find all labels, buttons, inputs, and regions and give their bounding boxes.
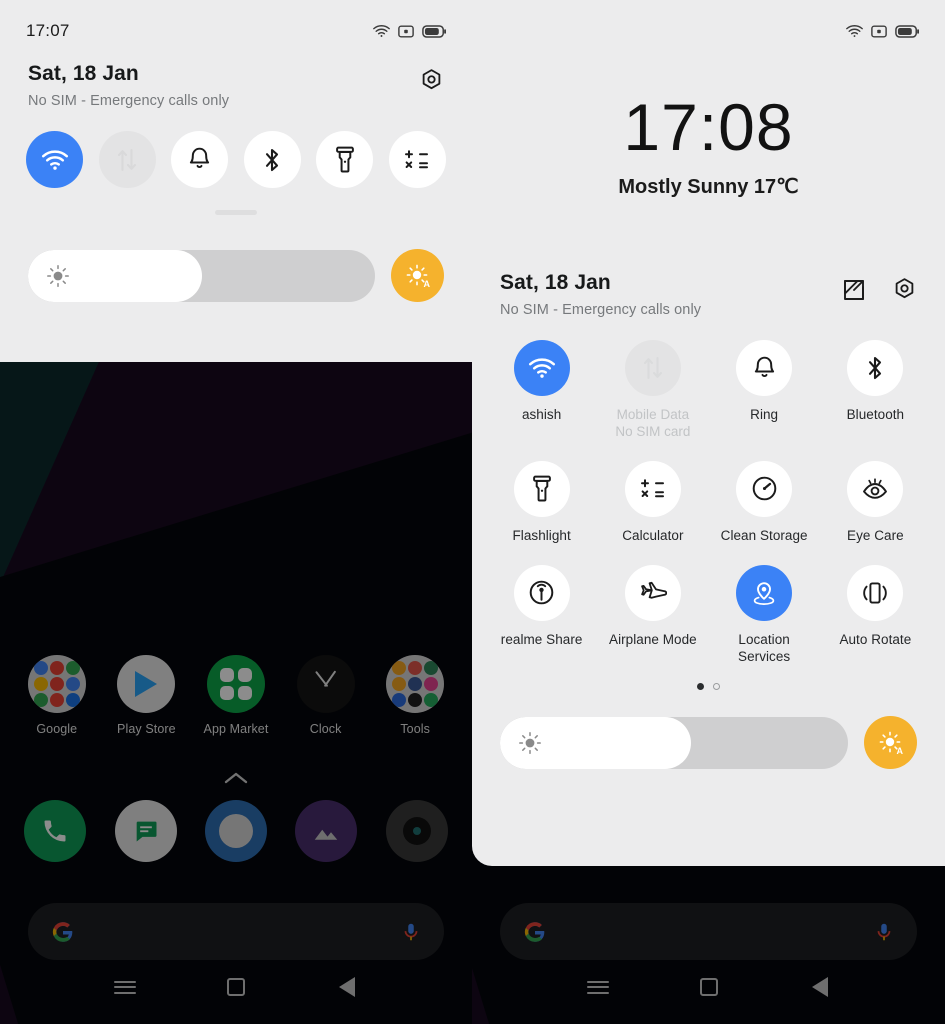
shade-drag-handle[interactable] <box>215 210 257 215</box>
tile-label: Airplane Mode <box>609 631 697 647</box>
settings-gear-icon[interactable] <box>419 68 444 93</box>
battery-icon <box>895 24 919 38</box>
quick-tile-calculator[interactable]: Calculator <box>597 460 708 545</box>
quick-settings-panel-right: 17:08 Mostly Sunny 17℃ Sat, 18 Jan No SI… <box>472 0 945 866</box>
shade-date: Sat, 18 Jan <box>500 271 611 294</box>
tile-label: ashish <box>521 407 562 422</box>
lock-clock-block: 17:08 Mostly Sunny 17℃ <box>472 48 945 199</box>
tile-label: Location Services <box>738 631 791 664</box>
lock-clock-time: 17:08 <box>623 90 794 164</box>
quick-tile-bluetooth[interactable]: Bluetooth <box>820 340 931 441</box>
shade-header-left: Sat, 18 Jan No SIM - Emergency calls onl… <box>0 62 472 109</box>
battery-icon <box>422 24 446 38</box>
status-bar-time: 17:07 <box>26 21 70 40</box>
quick-tile-calculator[interactable] <box>388 131 446 188</box>
calculator-icon <box>624 460 681 517</box>
phone-screen-right: 17:08 Mostly Sunny 17℃ Sat, 18 Jan No SI… <box>472 0 945 1024</box>
bell-icon <box>736 340 793 396</box>
tile-label: realme Share <box>500 631 583 647</box>
brightness-row-left: A <box>0 249 472 302</box>
share-broadcast-icon <box>513 564 570 621</box>
svg-text:A: A <box>423 279 430 289</box>
wifi-icon <box>373 24 390 38</box>
quick-tile-mobile-data[interactable] <box>98 131 156 188</box>
auto-brightness-button[interactable]: A <box>391 249 444 302</box>
quick-tile-ring[interactable] <box>171 131 229 188</box>
airplane-icon <box>624 564 681 621</box>
wifi-icon <box>513 340 570 396</box>
quick-tile-ring[interactable]: Ring <box>709 340 820 441</box>
shade-date: Sat, 18 Jan <box>28 62 139 85</box>
brightness-slider[interactable] <box>28 249 375 302</box>
quick-settings-panel-left: 17:07 Sat, 18 Jan No SIM - Emergency cal… <box>0 0 472 362</box>
edit-pencil-icon[interactable] <box>842 278 866 302</box>
brightness-sun-icon <box>518 731 542 755</box>
status-bar-left: 17:07 <box>0 0 472 48</box>
quick-tile-clean-storage[interactable]: Clean Storage <box>709 460 820 545</box>
settings-gear-icon[interactable] <box>892 277 917 302</box>
quick-tile-airplane-mode[interactable]: Airplane Mode <box>597 564 708 666</box>
quick-tile-location-services[interactable]: Location Services <box>709 564 820 666</box>
quick-tile-auto-rotate[interactable]: Auto Rotate <box>820 564 931 666</box>
page-dot-1[interactable] <box>697 683 704 691</box>
tile-label: Flashlight <box>512 527 571 543</box>
flashlight-icon <box>513 460 570 517</box>
quick-tile-wifi[interactable] <box>26 131 83 188</box>
svg-text:A: A <box>896 746 903 756</box>
quick-tile-flashlight[interactable]: Flashlight <box>486 460 597 545</box>
tile-label: Eye Care <box>847 527 904 543</box>
tile-label: Ring <box>750 407 779 422</box>
brightness-row-right: A <box>472 716 945 770</box>
shade-subtitle: No SIM - Emergency calls only <box>500 302 702 318</box>
tile-label: Bluetooth <box>846 407 905 422</box>
tile-label: Calculator <box>622 527 684 543</box>
status-bar-icons <box>846 24 919 38</box>
tile-label: Auto Rotate <box>839 631 912 647</box>
quick-tile-mobile-data[interactable]: Mobile Data No SIM card <box>597 340 708 441</box>
location-pin-icon <box>736 564 793 621</box>
auto-brightness-button[interactable]: A <box>864 716 917 770</box>
shade-header-right: Sat, 18 Jan No SIM - Emergency calls onl… <box>472 271 945 318</box>
tile-label: Mobile Data <box>616 407 690 422</box>
quick-tile-realme-share[interactable]: realme Share <box>486 564 597 666</box>
screen-record-icon <box>398 24 414 38</box>
clean-storage-icon <box>736 460 793 517</box>
bluetooth-icon <box>847 340 904 396</box>
quick-tile-bluetooth[interactable] <box>243 131 301 188</box>
eye-care-icon <box>847 460 904 517</box>
tile-label: Clean Storage <box>720 527 808 543</box>
quick-tile-grid: ashish Mobile Data No SIM card Ring Blue… <box>472 340 945 665</box>
status-bar-icons <box>373 24 446 38</box>
quick-tile-flashlight[interactable] <box>316 131 374 188</box>
brightness-slider[interactable] <box>500 716 848 769</box>
lock-weather: Mostly Sunny 17℃ <box>618 176 799 198</box>
phone-screen-left: Google Play Store App Market Clock Tools… <box>0 0 472 1024</box>
wifi-icon <box>846 24 863 38</box>
page-indicator <box>472 683 945 691</box>
quick-tile-eye-care[interactable]: Eye Care <box>820 460 931 545</box>
page-dot-2[interactable] <box>713 683 720 691</box>
status-bar-right <box>472 0 945 48</box>
quick-tile-wifi[interactable]: ashish <box>486 340 597 441</box>
auto-rotate-icon <box>847 564 904 621</box>
tile-sublabel: No SIM card <box>615 423 691 439</box>
quick-tile-strip-left <box>0 131 472 188</box>
mobile-data-icon <box>624 340 681 396</box>
brightness-sun-icon <box>46 264 70 288</box>
screen-record-icon <box>871 24 887 38</box>
shade-subtitle: No SIM - Emergency calls only <box>28 93 230 109</box>
